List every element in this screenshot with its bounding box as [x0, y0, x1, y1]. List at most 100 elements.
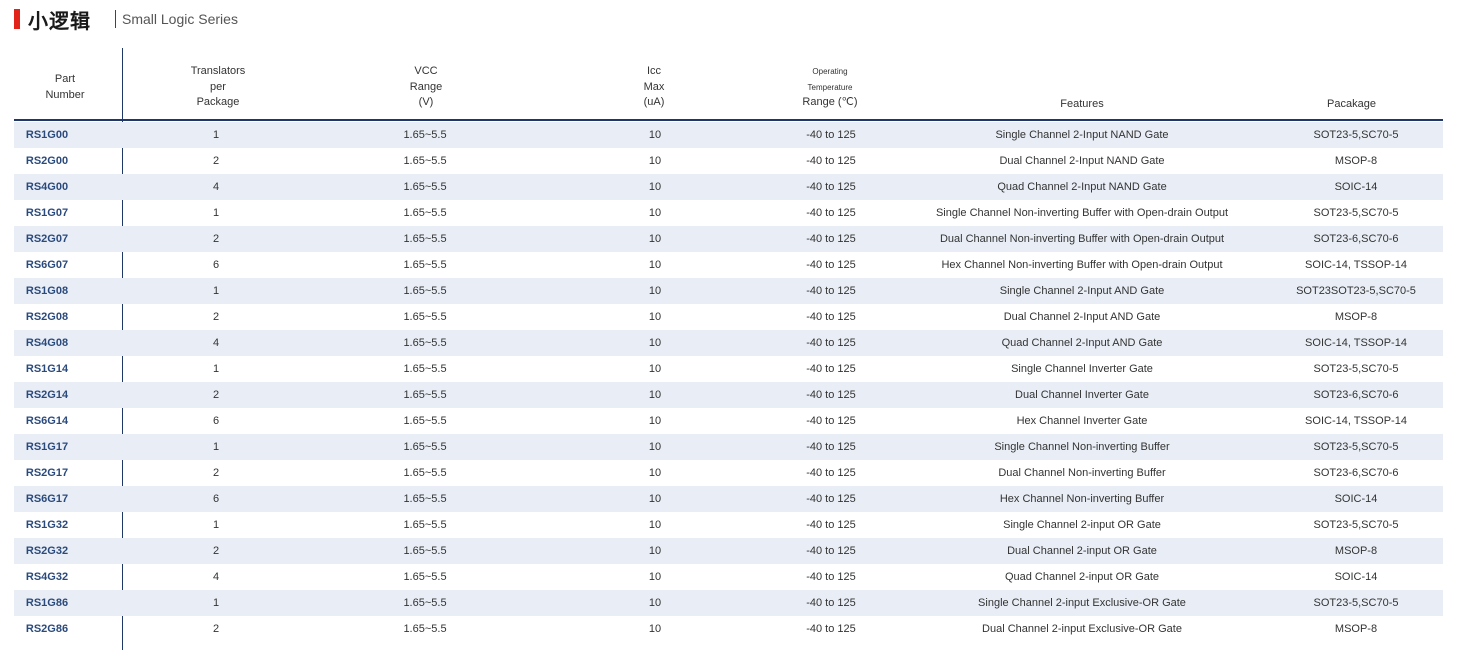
- part-number-cell: RS1G86: [25, 597, 69, 609]
- package-cell: SOT23-5,SC70-5: [1313, 597, 1399, 609]
- icc-max-cell: 10: [648, 259, 662, 271]
- header-text: Package: [196, 96, 240, 108]
- header-text: Part: [54, 73, 76, 85]
- part-number-cell: RS2G32: [25, 545, 69, 557]
- vcc-range-cell: 1.65~5.5: [403, 441, 447, 453]
- table-row: RS2G86 2 1.65~5.5 10 -40 to 125 Dual Channel …: [14, 616, 1443, 642]
- table-row: RS1G32 1 1.65~5.5 10 -40 to 125 Single Channe…: [14, 512, 1443, 538]
- part-number-cell: RS2G17: [25, 467, 69, 479]
- package-cell: SOIC-14: [1334, 493, 1378, 505]
- package-cell: MSOP-8: [1334, 311, 1378, 323]
- section-title: 小逻辑 Small Logic Series: [14, 8, 238, 33]
- table-row: RS2G17 2 1.65~5.5 10 -40 to 125 Dual Channel …: [14, 460, 1443, 486]
- part-number-cell: RS2G14: [25, 389, 69, 401]
- package-cell: SOT23-6,SC70-6: [1313, 467, 1399, 479]
- title-accent-bar: [14, 9, 20, 29]
- package-cell: MSOP-8: [1334, 623, 1378, 635]
- part-number-cell: RS2G86: [25, 623, 69, 635]
- header-translators: Translators per Package: [116, 64, 320, 111]
- header-text: Range: [409, 80, 443, 93]
- features-cell: Quad Channel 2-input OR Gate: [1004, 571, 1160, 583]
- title-english: Small Logic Series: [122, 11, 238, 27]
- header-text: Translators: [190, 65, 246, 77]
- vcc-range-cell: 1.65~5.5: [403, 129, 447, 141]
- icc-max-cell: 10: [648, 129, 662, 141]
- features-cell: Single Channel 2-input Exclusive-OR Gate: [978, 597, 1186, 609]
- table-row: RS1G14 1 1.65~5.5 10 -40 to 125 Single Channe…: [14, 356, 1443, 382]
- package-cell: SOT23-6,SC70-6: [1313, 233, 1399, 245]
- icc-max-cell: 10: [648, 155, 662, 167]
- vcc-range-cell: 1.65~5.5: [403, 389, 447, 401]
- vcc-range-cell: 1.65~5.5: [403, 415, 447, 427]
- vcc-range-cell: 1.65~5.5: [403, 597, 447, 609]
- package-cell: SOIC-14, TSSOP-14: [1305, 337, 1407, 349]
- header-text: (V): [418, 96, 434, 108]
- part-number-cell: RS1G17: [25, 441, 69, 453]
- part-number-cell: RS2G08: [25, 311, 69, 323]
- header-text: VCC: [414, 65, 438, 77]
- features-cell: Hex Channel Inverter Gate: [1016, 415, 1148, 427]
- part-number-cell: RS1G14: [25, 363, 69, 375]
- table-row: RS4G00 4 1.65~5.5 10 -40 to 125 Quad Channel …: [14, 174, 1443, 200]
- table-row: RS4G32 4 1.65~5.5 10 -40 to 125 Quad Channel …: [14, 564, 1443, 590]
- vcc-range-cell: 1.65~5.5: [403, 337, 447, 349]
- title-chinese: 小逻辑: [28, 8, 91, 33]
- table-row: RS2G07 2 1.65~5.5 10 -40 to 125 Dual Channel …: [14, 226, 1443, 252]
- table-row: RS4G08 4 1.65~5.5 10 -40 to 125 Quad Channel …: [14, 330, 1443, 356]
- icc-max-cell: 10: [648, 285, 662, 297]
- features-cell: Single Channel Non-inverting Buffer: [994, 441, 1170, 453]
- features-cell: Quad Channel 2-Input AND Gate: [1001, 337, 1163, 349]
- icc-max-cell: 10: [648, 207, 662, 219]
- features-cell: Single Channel Non-inverting Buffer with…: [935, 207, 1229, 219]
- header-text: per: [210, 80, 226, 93]
- table-row: RS1G07 1 1.65~5.5 10 -40 to 125 Single Channe…: [14, 200, 1443, 226]
- header-text: Icc: [646, 65, 662, 77]
- icc-max-cell: 10: [648, 545, 662, 557]
- table-row: RS2G14 2 1.65~5.5 10 -40 to 125 Dual Channel …: [14, 382, 1443, 408]
- part-number-cell: RS4G00: [25, 181, 69, 193]
- part-number-cell: RS2G07: [25, 233, 69, 245]
- icc-max-cell: 10: [648, 337, 662, 349]
- part-number-cell: RS1G32: [25, 519, 69, 531]
- package-cell: SOT23-5,SC70-5: [1313, 207, 1399, 219]
- header-text: Features: [1060, 98, 1104, 110]
- vcc-range-cell: 1.65~5.5: [403, 259, 447, 271]
- features-cell: Dual Channel 2-input Exclusive-OR Gate: [982, 623, 1182, 635]
- table-row: RS1G00 1 1.65~5.5 10 -40 to 125 Single Channe…: [14, 122, 1443, 148]
- icc-max-cell: 10: [648, 389, 662, 401]
- table-row: RS6G17 6 1.65~5.5 10 -40 to 125 Hex Channel N…: [14, 486, 1443, 512]
- features-cell: Hex Channel Non-inverting Buffer with Op…: [941, 259, 1223, 271]
- package-cell: SOT23-5,SC70-5: [1313, 441, 1399, 453]
- package-cell: SOIC-14: [1334, 571, 1378, 583]
- vcc-range-cell: 1.65~5.5: [403, 311, 447, 323]
- vcc-range-cell: 1.65~5.5: [403, 571, 447, 583]
- header-vcc: VCC Range (V): [320, 64, 532, 111]
- part-number-cell: RS6G14: [25, 415, 69, 427]
- table-row: RS1G08 1 1.65~5.5 10 -40 to 125 Single Channe…: [14, 278, 1443, 304]
- package-cell: SOIC-14: [1334, 181, 1378, 193]
- package-cell: MSOP-8: [1334, 545, 1378, 557]
- vcc-range-cell: 1.65~5.5: [403, 181, 447, 193]
- vcc-range-cell: 1.65~5.5: [403, 363, 447, 375]
- table-row: RS6G14 6 1.65~5.5 10 -40 to 125 Hex Channel I…: [14, 408, 1443, 434]
- vcc-range-cell: 1.65~5.5: [403, 493, 447, 505]
- package-cell: SOT23-5,SC70-5: [1313, 129, 1399, 141]
- vcc-range-cell: 1.65~5.5: [403, 623, 447, 635]
- product-table: RS1G00 1 1.65~5.5 10 -40 to 125 Single Channe…: [14, 122, 1443, 642]
- vcc-range-cell: 1.65~5.5: [403, 233, 447, 245]
- features-cell: Single Channel Inverter Gate: [1011, 363, 1153, 375]
- features-cell: Single Channel 2-Input AND Gate: [999, 285, 1165, 297]
- features-cell: Hex Channel Non-inverting Buffer: [999, 493, 1165, 505]
- part-number-cell: RS1G08: [25, 285, 69, 297]
- header-temperature: Operating Temperature Range (℃): [760, 64, 900, 111]
- icc-max-cell: 10: [648, 467, 662, 479]
- part-number-cell: RS6G17: [25, 493, 69, 505]
- header-rule: [14, 119, 1443, 121]
- icc-max-cell: 10: [648, 519, 662, 531]
- features-cell: Single Channel 2-input OR Gate: [1003, 519, 1161, 531]
- features-cell: Dual Channel Non-inverting Buffer with O…: [939, 233, 1225, 245]
- package-cell: SOT23-6,SC70-6: [1313, 389, 1399, 401]
- header-text: Max: [643, 80, 665, 93]
- vcc-range-cell: 1.65~5.5: [403, 207, 447, 219]
- package-cell: SOT23-5,SC70-5: [1313, 363, 1399, 375]
